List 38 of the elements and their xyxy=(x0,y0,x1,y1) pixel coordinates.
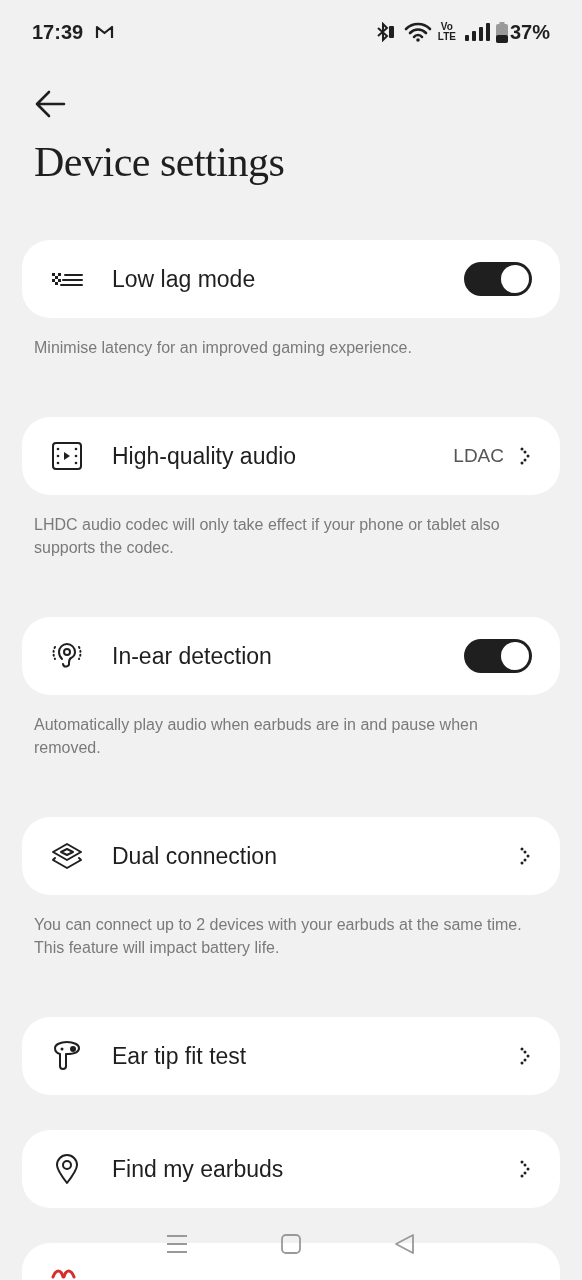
volte-label: LTE xyxy=(437,32,456,42)
setting-description: Minimise latency for an improved gaming experience. xyxy=(34,338,413,358)
chevron-right-icon xyxy=(520,1160,532,1178)
setting-description: Automatically play audio when earbuds are in and pause when removed. xyxy=(34,715,479,758)
setting-description: You can connect up to 2 devices with your earbuds at the same time. This feature will impact battery life. xyxy=(34,915,523,958)
toggle-switch[interactable] xyxy=(464,262,532,296)
setting-label: Low lag mode xyxy=(112,264,257,294)
setting-card[interactable]: Low lag mode xyxy=(22,240,560,318)
status-time: 17:39 xyxy=(32,20,84,45)
volte-label: Vo xyxy=(440,22,453,32)
setting-label: Find my earbuds xyxy=(112,1154,285,1184)
setting-label: Dual connection xyxy=(112,841,278,871)
chevron-right-icon xyxy=(520,847,532,865)
bluetooth-icon xyxy=(375,22,396,42)
setting-label: In-ear detection xyxy=(112,641,273,671)
setting-card[interactable]: Ear tip fit test xyxy=(22,1017,560,1095)
chevron-right-icon xyxy=(520,447,532,465)
signal-icon xyxy=(463,22,490,42)
setting-description: LHDC audio codec will only take effect if your phone or tablet also supports the codec. xyxy=(34,515,501,558)
video-frame-icon xyxy=(50,439,84,473)
setting-card[interactable]: In-ear detection xyxy=(22,617,560,695)
setting-value: LDAC xyxy=(453,443,504,468)
mail-icon xyxy=(95,25,115,39)
wifi-icon xyxy=(403,22,432,42)
chevron-right-icon xyxy=(520,1047,532,1065)
setting-card[interactable]: High-quality audio LDAC xyxy=(22,417,560,495)
home-icon[interactable] xyxy=(280,1233,302,1255)
setting-card[interactable]: Dual connection xyxy=(22,817,560,895)
menu-icon[interactable] xyxy=(166,1234,188,1254)
setting-label: Ear tip fit test xyxy=(112,1041,248,1071)
battery-percent: 37% xyxy=(509,20,550,45)
toggle-switch[interactable] xyxy=(464,639,532,673)
battery-icon xyxy=(495,21,508,43)
back-icon[interactable] xyxy=(394,1233,416,1255)
page-title: Device settings xyxy=(34,138,286,187)
setting-label: High-quality audio xyxy=(112,441,298,471)
low-lag-icon xyxy=(50,272,84,286)
setting-card[interactable]: Find my earbuds xyxy=(22,1130,560,1208)
